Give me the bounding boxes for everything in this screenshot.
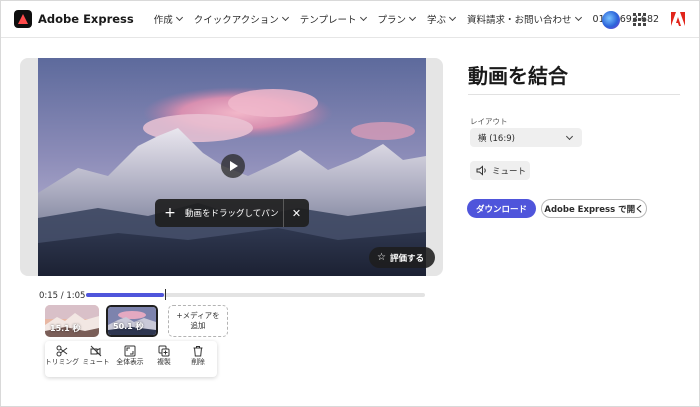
top-nav: Adobe Express 作成 クイックアクション テンプレート プラン 学ぶ…	[1, 1, 699, 38]
adobe-express-logo-icon	[14, 10, 32, 28]
page-title: 動画を結合	[468, 64, 568, 88]
layout-label: レイアウト	[470, 117, 508, 126]
brand-name: Adobe Express	[38, 12, 134, 26]
chevron-down-icon	[408, 13, 417, 22]
chevron-down-icon	[565, 132, 574, 141]
mute-all-label: ミュート	[492, 166, 527, 177]
clip-toolbar: トリミング ミュート 全体表示 複製 削除	[45, 341, 217, 377]
mute-all-button[interactable]: ミュート	[470, 161, 530, 180]
clip-thumbnail-1[interactable]: 15.1 秒	[45, 305, 99, 337]
rate-button[interactable]: ☆ 評価する	[369, 247, 435, 268]
add-media-button[interactable]: +メディアを 追加	[168, 305, 228, 337]
clip-1-duration: 15.1 秒	[50, 324, 81, 333]
timeline-progress	[86, 293, 164, 297]
fit-icon	[124, 345, 136, 357]
trim-button[interactable]: トリミング	[45, 345, 79, 377]
nav-item-contact[interactable]: 資料請求・お問い合わせ	[467, 12, 582, 26]
timeline-scrubber[interactable]	[86, 293, 425, 297]
chevron-down-icon	[281, 13, 289, 22]
playhead[interactable]	[165, 289, 166, 300]
mute-icon	[90, 345, 102, 357]
delete-button[interactable]: 削除	[181, 345, 215, 377]
chevron-down-icon	[448, 13, 457, 22]
apps-grid-icon[interactable]	[633, 13, 646, 26]
mute-clip-button[interactable]: ミュート	[79, 345, 113, 377]
speaker-icon	[476, 165, 486, 176]
duplicate-button[interactable]: 複製	[147, 345, 181, 377]
nav-item-plans[interactable]: プラン	[378, 12, 417, 26]
rate-label: 評価する	[389, 253, 424, 264]
download-button[interactable]: ダウンロード	[467, 199, 536, 218]
title-divider	[468, 94, 680, 95]
open-in-adobe-express-button[interactable]: Adobe Express で開く	[541, 199, 647, 218]
avatar[interactable]	[602, 11, 620, 29]
mute-clip-label: ミュート	[82, 358, 110, 366]
move-plus-icon: +	[164, 205, 176, 221]
fit-button[interactable]: 全体表示	[113, 345, 147, 377]
nav-item-learn[interactable]: 学ぶ	[427, 12, 457, 26]
chevron-down-icon	[359, 13, 367, 22]
clip-thumbnail-2[interactable]: 50.1 秒	[106, 305, 158, 337]
nav-item-templates[interactable]: テンプレート	[300, 12, 367, 26]
trim-label: トリミング	[45, 358, 79, 366]
nav-item-quick-actions[interactable]: クイックアクション	[194, 12, 289, 26]
chevron-down-icon	[175, 13, 183, 22]
trash-icon	[193, 346, 203, 357]
trim-icon	[56, 345, 68, 357]
drag-to-pan-label: 動画をドラッグしてパン	[185, 209, 279, 219]
close-icon[interactable]: ✕	[284, 199, 309, 227]
star-icon: ☆	[377, 252, 386, 263]
layout-select[interactable]: 横 (16:9)	[470, 128, 582, 147]
layout-select-value: 横 (16:9)	[478, 133, 515, 144]
duplicate-label: 複製	[157, 358, 171, 366]
play-button[interactable]	[221, 154, 245, 178]
delete-label: 削除	[191, 358, 205, 366]
clip-2-duration: 50.1 秒	[113, 322, 144, 331]
chevron-down-icon	[574, 13, 582, 22]
duplicate-icon	[158, 345, 170, 357]
drag-to-pan-bar[interactable]: + 動画をドラッグしてパン ✕	[155, 199, 309, 227]
fit-label: 全体表示	[116, 358, 144, 366]
adobe-logo-icon[interactable]	[671, 12, 685, 26]
nav-item-create[interactable]: 作成	[154, 12, 183, 26]
main-nav: 作成 クイックアクション テンプレート プラン 学ぶ 資料請求・お問い合わせ 0…	[154, 12, 659, 27]
time-readout: 0:15 / 1:05	[39, 291, 86, 301]
brand[interactable]: Adobe Express	[14, 10, 134, 28]
